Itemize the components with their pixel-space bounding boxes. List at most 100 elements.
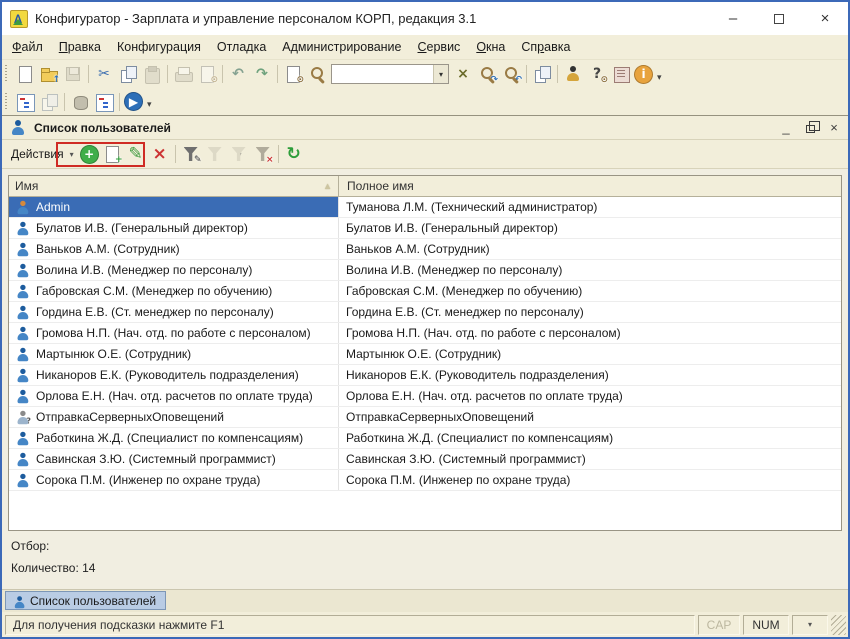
maximize-button[interactable] xyxy=(756,2,802,35)
table-row[interactable]: Мартынюк О.Е. (Сотрудник)Мартынюк О.Е. (… xyxy=(9,344,841,365)
name-cell: Никаноров Е.К. (Руководитель подразделен… xyxy=(9,365,339,385)
menu-item-отладка[interactable]: Отладка xyxy=(209,37,274,57)
add-user-icon[interactable]: + xyxy=(80,145,99,164)
print-preview-icon: ⊙ xyxy=(196,63,218,85)
delete-user-icon[interactable]: × xyxy=(149,143,171,165)
find-previous-icon[interactable]: ↶ xyxy=(500,63,522,85)
user-question-icon: ? xyxy=(13,408,31,426)
app-1c-configurator-icon xyxy=(10,10,28,28)
user-icon xyxy=(13,282,31,300)
refresh-icon[interactable]: ↻ xyxy=(283,143,305,165)
db-configuration-icon[interactable] xyxy=(69,91,91,113)
name-cell: Сорока П.М. (Инженер по охране труда) xyxy=(9,470,339,490)
filter-sort-icon[interactable]: ✎ xyxy=(180,143,202,165)
zoom-icon[interactable] xyxy=(306,63,328,85)
panel-minimize-button[interactable]: _ xyxy=(776,119,796,137)
icon-glyph: ✎ xyxy=(128,146,142,163)
table-row[interactable]: Ваньков А.М. (Сотрудник)Ваньков А.М. (Со… xyxy=(9,239,841,260)
search-dropdown-button[interactable]: ▾ xyxy=(433,65,448,83)
cut-icon[interactable]: ✂ xyxy=(93,63,115,85)
fullname-cell: Никаноров Е.К. (Руководитель подразделен… xyxy=(339,365,841,385)
toolbar-options-arrow[interactable]: ▾ xyxy=(657,72,662,83)
menu-item-справка[interactable]: Справка xyxy=(513,37,578,57)
menu-item-файл[interactable]: Файл xyxy=(4,37,51,57)
menu-item-сервис[interactable]: Сервис xyxy=(410,37,469,57)
toolbar-separator xyxy=(167,65,168,83)
table-row[interactable]: Савинская З.Ю. (Системный программист) Са… xyxy=(9,449,841,470)
table-row[interactable]: Габровская С.М. (Менеджер по обучению)Га… xyxy=(9,281,841,302)
filter-clear-icon[interactable]: × xyxy=(252,143,274,165)
help-search-icon[interactable]: ?⊙ xyxy=(586,63,608,85)
icon-badge: ✎ xyxy=(194,156,202,165)
edit-user-icon[interactable]: ✎ xyxy=(125,143,147,165)
name-cell: Громова Н.П. (Нач. отд. по работе с перс… xyxy=(9,323,339,343)
actions-icons-group: ++✎×✎▾×↻ xyxy=(79,143,306,165)
fullname-cell: Савинская З.Ю. (Системный программист) xyxy=(339,449,841,469)
close-button[interactable]: × xyxy=(802,2,848,35)
user-table: Имя ▲ Полное имя AdminТуманова Л.М. (Тех… xyxy=(8,175,842,531)
configuration-list-icon[interactable] xyxy=(93,91,115,113)
table-row[interactable]: Волина И.В. (Менеджер по персоналу)Волин… xyxy=(9,260,841,281)
column-fullname-label: Полное имя xyxy=(347,179,414,193)
table-row[interactable]: ? ОтправкаСерверныхОповещений ОтправкаСерв… xyxy=(9,407,841,428)
search-combobox: ▾ xyxy=(331,64,449,84)
copy-user-icon[interactable]: + xyxy=(101,143,123,165)
table-row[interactable]: Гордина Е.В. (Ст. менеджер по персоналу)… xyxy=(9,302,841,323)
status-dropdown-button[interactable]: ▾ xyxy=(792,615,828,635)
find-icon[interactable]: ⊙ xyxy=(282,63,304,85)
tab-user-list[interactable]: Список пользователей xyxy=(5,591,166,610)
window-tab-strip: Список пользователей xyxy=(2,589,848,612)
status-hint: Для получения подсказки нажмите F1 xyxy=(5,615,695,635)
clear-search-icon[interactable]: × xyxy=(452,63,474,85)
minimize-button[interactable]: – xyxy=(710,2,756,35)
open-document-icon[interactable]: ↑ xyxy=(38,63,60,85)
name-cell: Ваньков А.М. (Сотрудник) xyxy=(9,239,339,259)
menu-item-правка[interactable]: Правка xyxy=(51,37,109,57)
user-name: Савинская З.Ю. (Системный программист) xyxy=(36,452,276,466)
table-row[interactable]: Работкина Ж.Д. (Специалист по компенсаци… xyxy=(9,428,841,449)
windows-list-icon[interactable] xyxy=(531,63,553,85)
fullname-cell: Гордина Е.В. (Ст. менеджер по персоналу) xyxy=(339,302,841,322)
table-row[interactable]: AdminТуманова Л.М. (Технический админист… xyxy=(9,197,841,218)
toolbar2-options-arrow[interactable]: ▾ xyxy=(147,99,152,110)
column-header-name[interactable]: Имя ▲ xyxy=(9,176,339,196)
table-row[interactable]: Булатов И.В. (Генеральный директор)Булат… xyxy=(9,218,841,239)
table-row[interactable]: Громова Н.П. (Нач. отд. по работе с перс… xyxy=(9,323,841,344)
menu-item-окна[interactable]: Окна xyxy=(468,37,513,57)
fullname-cell: ОтправкаСерверныхОповещений xyxy=(339,407,841,427)
tab-label: Список пользователей xyxy=(30,594,156,608)
column-name-label: Имя xyxy=(15,179,38,193)
fullname-cell: Громова Н.П. (Нач. отд. по работе с перс… xyxy=(339,323,841,343)
menu-item-конфигурация[interactable]: Конфигурация xyxy=(109,37,209,57)
search-input[interactable] xyxy=(332,65,433,83)
column-header-fullname[interactable]: Полное имя xyxy=(339,176,841,196)
find-next-icon[interactable]: ↷ xyxy=(476,63,498,85)
icon-glyph: i xyxy=(641,68,645,80)
start-debugging-icon[interactable]: ▶ xyxy=(124,92,143,111)
user-icon xyxy=(13,345,31,363)
icon-badge: + xyxy=(115,156,123,165)
user-name: Волина И.В. (Менеджер по персоналу) xyxy=(36,263,252,277)
syntax-help-icon[interactable] xyxy=(610,63,632,85)
new-document-icon[interactable] xyxy=(14,63,36,85)
panel-title: Список пользователей xyxy=(34,121,772,135)
standard-toolbar: ↑✂⊙↶↷⊙▾×↷↶?⊙i▾ xyxy=(2,60,848,88)
actions-menu-button[interactable]: Действия ▾ xyxy=(6,145,79,163)
redo-icon[interactable]: ↷ xyxy=(251,63,273,85)
syntax-check-icon[interactable] xyxy=(562,63,584,85)
undo-icon[interactable]: ↶ xyxy=(227,63,249,85)
panel-restore-button[interactable] xyxy=(800,119,820,137)
user-list-body: Имя ▲ Полное имя AdminТуманова Л.М. (Тех… xyxy=(2,169,848,589)
actions-toolbar: Действия ▾ ++✎×✎▾×↻ xyxy=(2,140,848,169)
table-row[interactable]: Никаноров Е.К. (Руководитель подразделен… xyxy=(9,365,841,386)
info-icon[interactable]: i xyxy=(634,65,653,84)
copy-icon[interactable] xyxy=(117,63,139,85)
table-row[interactable]: Сорока П.М. (Инженер по охране труда)Сор… xyxy=(9,470,841,491)
table-row[interactable]: Орлова Е.Н. (Нач. отд. расчетов по оплат… xyxy=(9,386,841,407)
toolbar-separator xyxy=(175,145,176,163)
user-icon xyxy=(13,261,31,279)
user-name: ОтправкаСерверныхОповещений xyxy=(36,410,224,424)
panel-close-button[interactable]: × xyxy=(824,119,844,137)
menu-item-администрирование[interactable]: Администрирование xyxy=(274,37,409,57)
open-configuration-icon[interactable] xyxy=(14,91,36,113)
